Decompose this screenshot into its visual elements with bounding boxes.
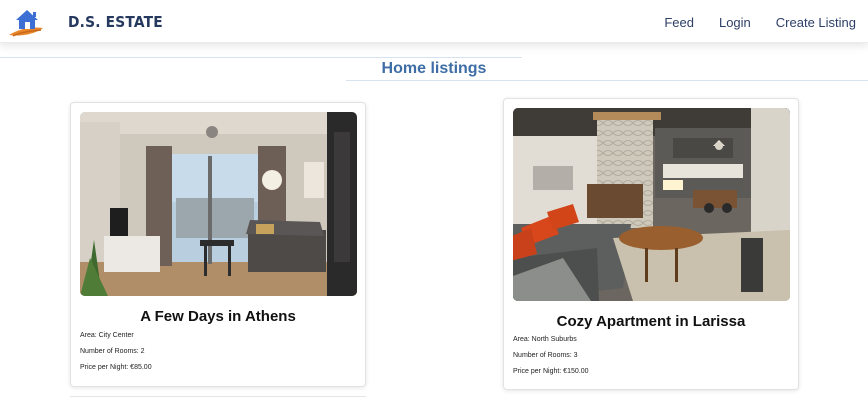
listing-title[interactable]: A Few Days in Athens — [71, 308, 365, 325]
navbar: D.S. ESTATE Feed Login Create Listing — [0, 0, 868, 43]
nav-create-listing-link[interactable]: Create Listing — [776, 15, 856, 30]
listing-photo[interactable] — [80, 112, 357, 296]
listing-photo[interactable] — [513, 108, 790, 301]
listing-card[interactable]: Cozy Apartment in Larissa Area: North Su… — [503, 98, 799, 390]
listing-price: Price per Night: €150.00 — [513, 368, 589, 375]
page-title: Home listings — [381, 60, 487, 77]
nav-feed-link[interactable]: Feed — [664, 15, 694, 30]
brand-name[interactable]: D.S. ESTATE — [68, 13, 163, 31]
listing-area: Area: North Suburbs — [513, 336, 577, 343]
next-listing-card-edge — [70, 396, 366, 400]
house-logo-icon[interactable] — [7, 6, 45, 38]
nav-links: Feed Login Create Listing — [664, 15, 856, 30]
listing-card[interactable]: A Few Days in Athens Area: City Center N… — [70, 102, 366, 387]
title-divider-right — [346, 80, 868, 81]
listing-title[interactable]: Cozy Apartment in Larissa — [504, 313, 798, 330]
listing-rooms: Number of Rooms: 2 — [80, 348, 145, 355]
listing-rooms: Number of Rooms: 3 — [513, 352, 578, 359]
listing-area: Area: City Center — [80, 332, 134, 339]
nav-login-link[interactable]: Login — [719, 15, 751, 30]
title-divider-left — [0, 57, 522, 58]
listing-price: Price per Night: €85.00 — [80, 364, 152, 371]
